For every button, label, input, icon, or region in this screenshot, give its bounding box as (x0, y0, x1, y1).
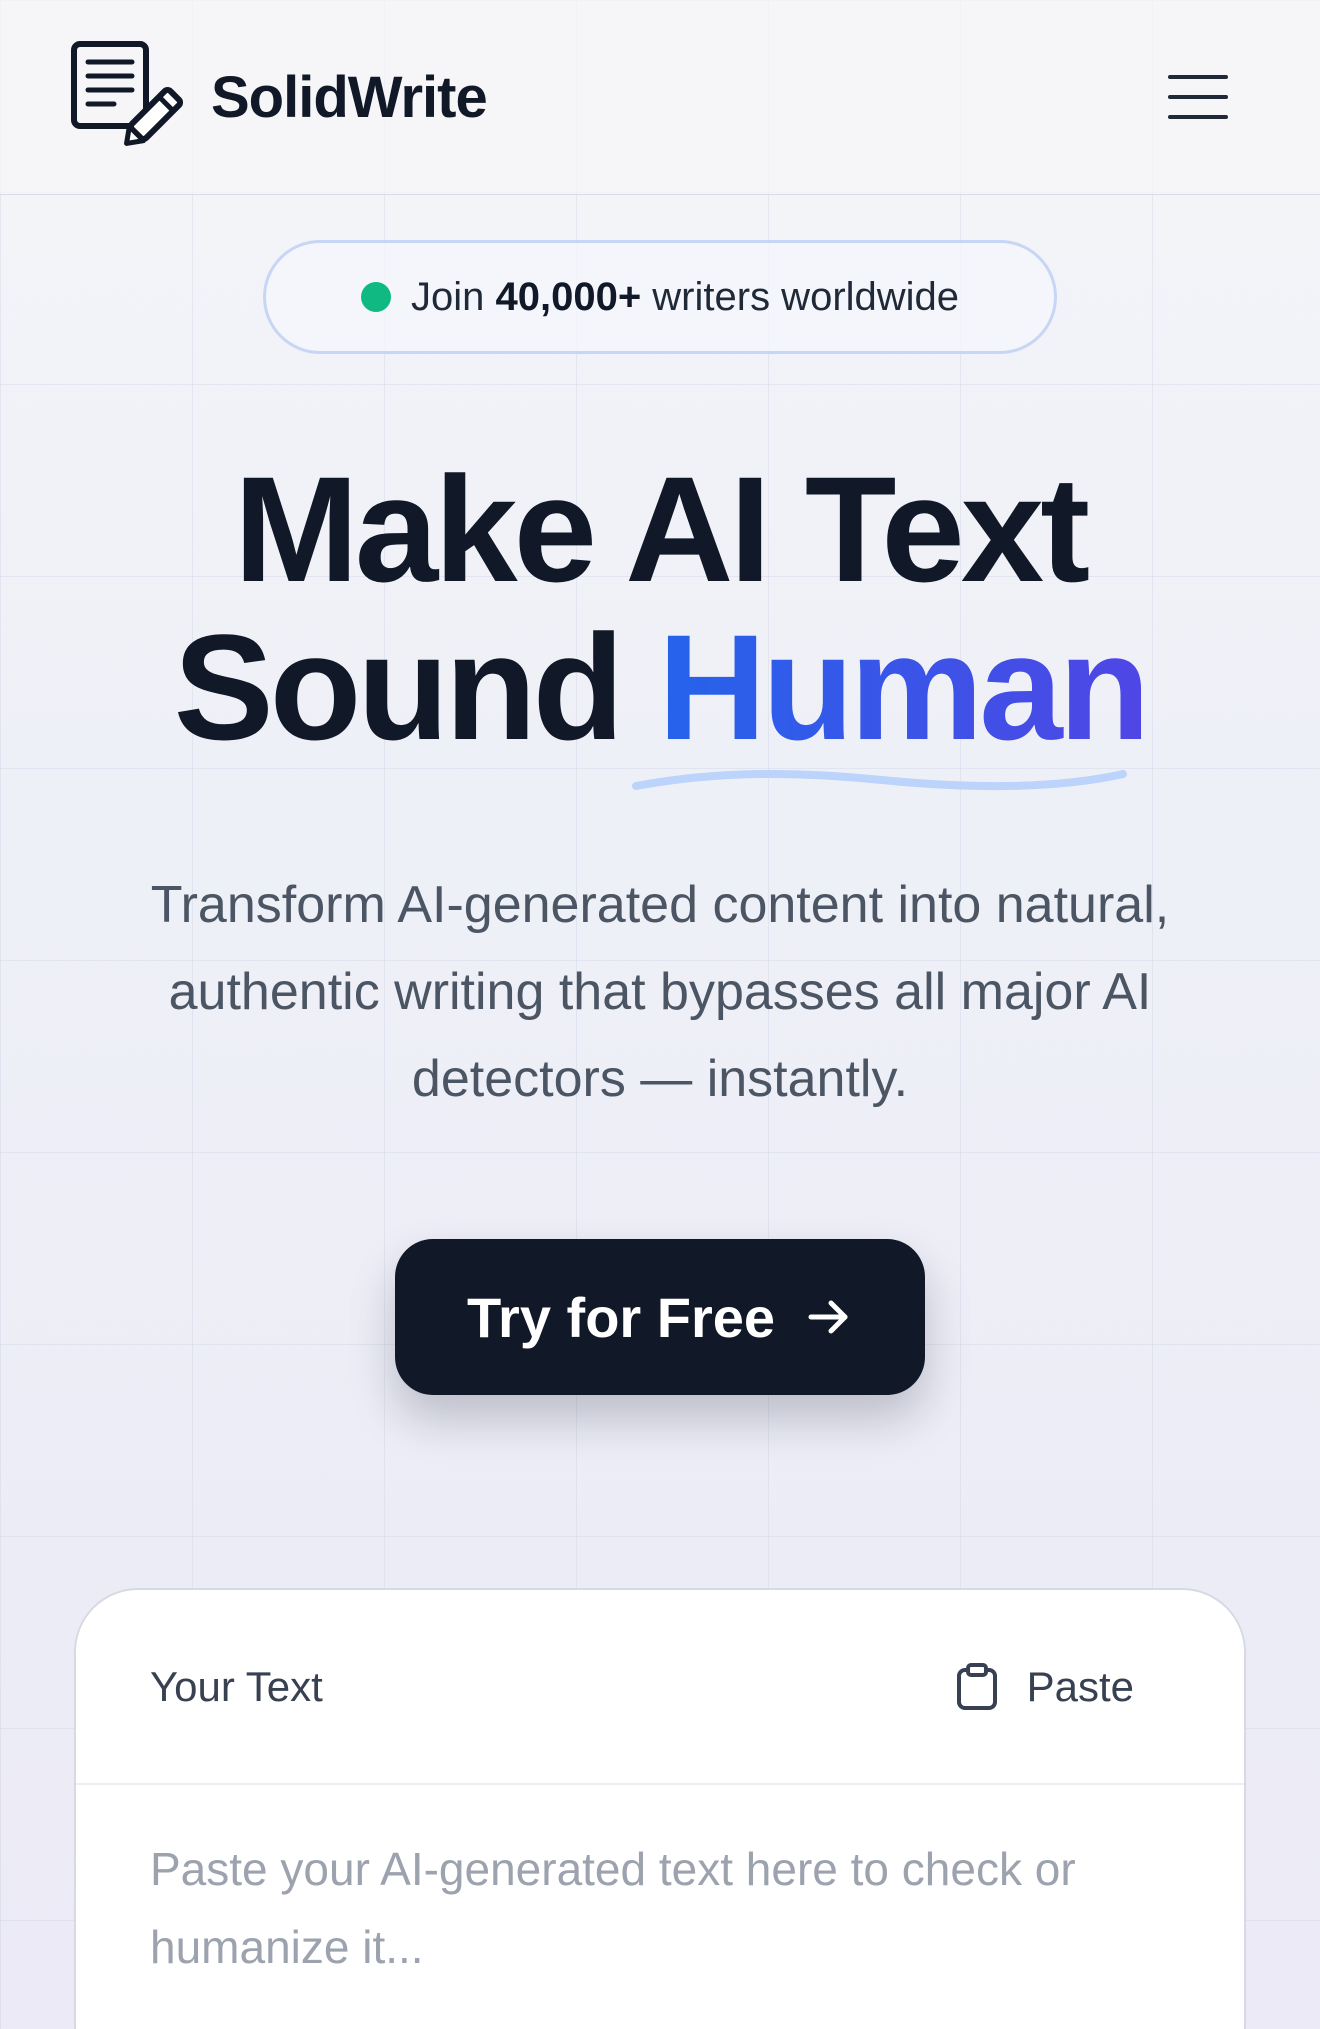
badge-prefix: Join (410, 274, 485, 319)
badge-count: 40,000+ (495, 274, 642, 319)
hero-title-line1: Make AI Text (233, 445, 1090, 613)
menu-bar (1168, 75, 1228, 79)
text-input[interactable] (150, 1830, 1190, 2029)
hamburger-menu-icon[interactable] (1168, 75, 1228, 119)
badge-suffix: writers worldwide (652, 274, 960, 319)
clipboard-icon (956, 1662, 997, 1710)
text-editor-card: Your Text Paste (74, 1588, 1246, 2029)
paste-button[interactable]: Paste (955, 1662, 1134, 1711)
hero-subtitle: Transform AI-generated content into natu… (150, 876, 1170, 1108)
hero-title-highlight: Human (657, 603, 1150, 771)
try-for-free-button[interactable]: Try for Free (395, 1239, 925, 1395)
social-proof-badge: Join 40,000+ writers worldwide (263, 240, 1057, 354)
editor-title: Your Text (150, 1662, 323, 1710)
arrow-right-icon (808, 1300, 848, 1334)
menu-bar (1168, 95, 1228, 99)
hero-title-line2-plain: Sound (173, 603, 625, 771)
cta-label: Try for Free (466, 1285, 776, 1349)
hero-title: Make AI Text Sound Human (0, 450, 1320, 766)
brand[interactable]: SolidWrite (70, 40, 488, 155)
editor-header: Your Text Paste (76, 1590, 1244, 1785)
site-header: SolidWrite (0, 0, 1320, 195)
highlight-underline-icon (632, 769, 1127, 791)
paste-label: Paste (1026, 1662, 1134, 1710)
document-pencil-icon (71, 40, 184, 146)
status-dot-icon (360, 282, 391, 312)
badge-text: Join 40,000+ writers worldwide (411, 275, 959, 320)
brand-name: SolidWrite (211, 64, 488, 130)
menu-bar (1168, 115, 1228, 119)
